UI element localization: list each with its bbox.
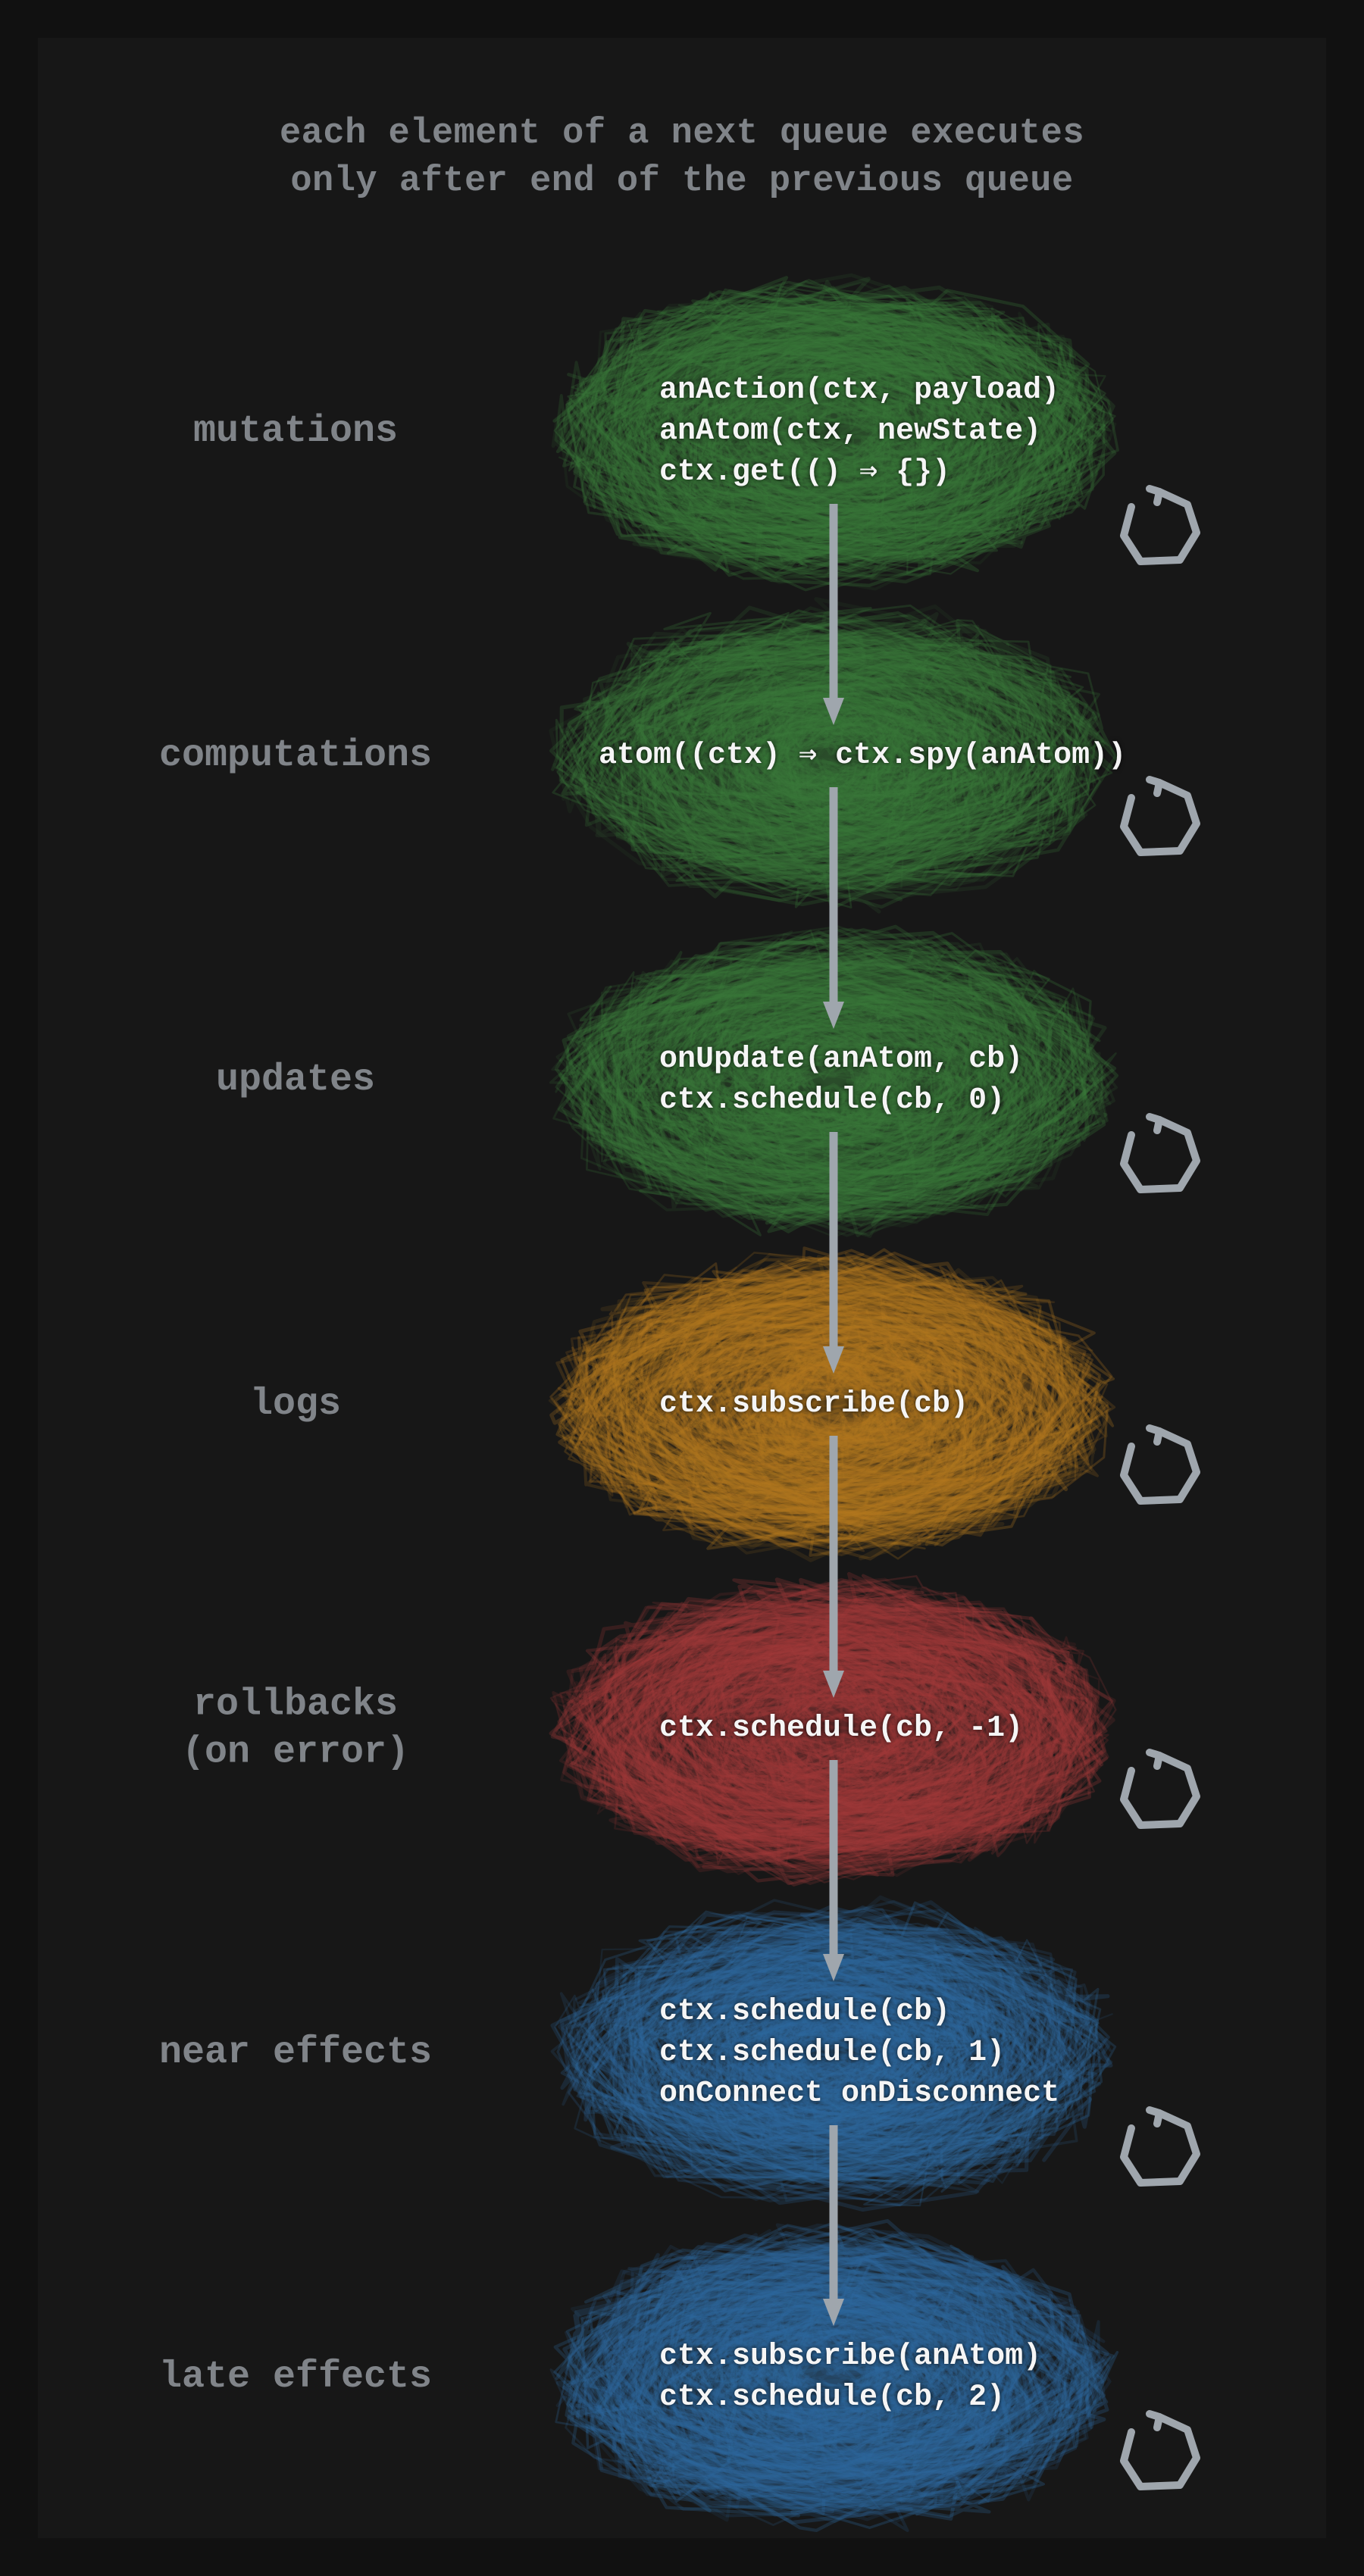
stage-label: computations bbox=[38, 733, 553, 780]
stage-label: updates bbox=[38, 1057, 553, 1105]
loop-icon bbox=[1118, 1114, 1201, 1197]
flow-arrow bbox=[822, 1760, 845, 1981]
stage-label: rollbacks (on error) bbox=[38, 1682, 553, 1777]
loop-icon bbox=[1118, 1749, 1201, 1833]
loop-icon bbox=[1118, 2107, 1201, 2190]
stage-code: atom((ctx) ⇒ ctx.spy(anAtom)) bbox=[599, 736, 1126, 777]
stage-label: near effects bbox=[38, 2030, 553, 2077]
loop-icon bbox=[1118, 486, 1201, 569]
stage-label: late effects bbox=[38, 2354, 553, 2402]
stage-computations: computations atom((ctx) ⇒ ctx.spy(anAtom)… bbox=[38, 597, 1326, 915]
flow-arrow bbox=[822, 2125, 845, 2326]
flow-arrow bbox=[822, 504, 845, 725]
stage-code: ctx.subscribe(anAtom) ctx.schedule(cb, 2… bbox=[659, 2337, 1041, 2418]
stage-code: ctx.subscribe(cb) bbox=[659, 1384, 968, 1425]
stage-code: anAction(ctx, payload) anAtom(ctx, newSt… bbox=[659, 370, 1059, 493]
stage-near-effects: near effects ctx.schedule(cb) ctx.schedul… bbox=[38, 1894, 1326, 2212]
stage-rollbacks: rollbacks (on error) ctx.schedule(cb, -1) bbox=[38, 1570, 1326, 1888]
diagram-frame: each element of a next queue executes on… bbox=[38, 38, 1326, 2538]
flow-arrow bbox=[822, 787, 845, 1029]
diagram-title: each element of a next queue executes on… bbox=[38, 110, 1326, 206]
stage-logs: logs ctx.subscribe(cb) bbox=[38, 1246, 1326, 1564]
loop-icon bbox=[1118, 2411, 1201, 2494]
stage-label: mutations bbox=[38, 408, 553, 456]
flow-arrow bbox=[822, 1436, 845, 1698]
stage-mutations: mutations anAction(ctx, payload) anAtom(c… bbox=[38, 273, 1326, 591]
flow-arrow bbox=[822, 1132, 845, 1374]
stage-code: onUpdate(anAtom, cb) ctx.schedule(cb, 0) bbox=[659, 1039, 1023, 1121]
stage-updates: updates onUpdate(anAtom, cb) ctx.schedule… bbox=[38, 921, 1326, 1240]
stage-late-effects: late effects ctx.subscribe(anAtom) ctx.sc… bbox=[38, 2218, 1326, 2537]
stage-label: logs bbox=[38, 1381, 553, 1429]
stage-code: ctx.schedule(cb, -1) bbox=[659, 1708, 1023, 1749]
stage-code: ctx.schedule(cb) ctx.schedule(cb, 1) onC… bbox=[659, 1992, 1059, 2115]
loop-icon bbox=[1118, 1425, 1201, 1508]
loop-icon bbox=[1118, 777, 1201, 860]
